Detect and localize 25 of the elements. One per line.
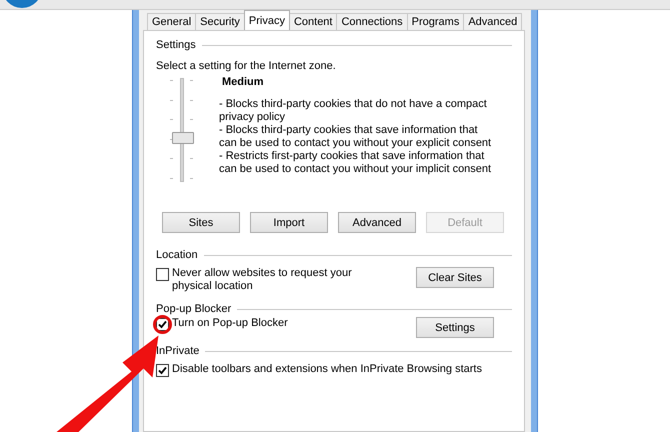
dialog-button[interactable]: Clear Sites [416, 267, 494, 288]
tab[interactable]: Security [195, 13, 245, 30]
checkbox[interactable] [156, 268, 169, 281]
tab[interactable]: Privacy [244, 10, 290, 30]
level-name: Medium [222, 76, 265, 88]
description-text: - Blocks third-party cookies that do not have a compact privacy policy [219, 98, 488, 124]
settings-prompt: Select a setting for the Internet zone. [156, 60, 337, 72]
tab[interactable]: Programs [406, 13, 464, 30]
dialog-button[interactable]: Import [250, 212, 328, 233]
description-text: - Blocks third-party cookies that save information that can be used to contact you without your explicit consent [219, 124, 492, 150]
group-heading: Location [156, 249, 198, 261]
checkbox-label: Disable toolbars and extensions when InPrivate Browsing starts [172, 363, 482, 376]
group-heading: Settings [156, 39, 196, 51]
slider-thumb[interactable] [172, 132, 194, 144]
dialog-button[interactable]: Advanced [338, 212, 416, 233]
checkbox-label: Turn on Pop-up Blocker [172, 317, 289, 330]
group-heading: InPrivate [156, 345, 200, 357]
tab[interactable]: Advanced [463, 13, 522, 30]
checkbox[interactable] [156, 364, 169, 377]
group-heading: Pop-up Blocker [156, 303, 232, 315]
dialog-button[interactable]: Sites [162, 212, 240, 233]
tab[interactable]: General [147, 13, 196, 30]
dialog-button[interactable]: Settings [416, 317, 494, 338]
checkbox-label: Never allow websites to request your physical location [172, 267, 353, 293]
description-text: - Restricts first-party cookies that save information that can be used to contact you without your implicit consent [219, 150, 492, 176]
